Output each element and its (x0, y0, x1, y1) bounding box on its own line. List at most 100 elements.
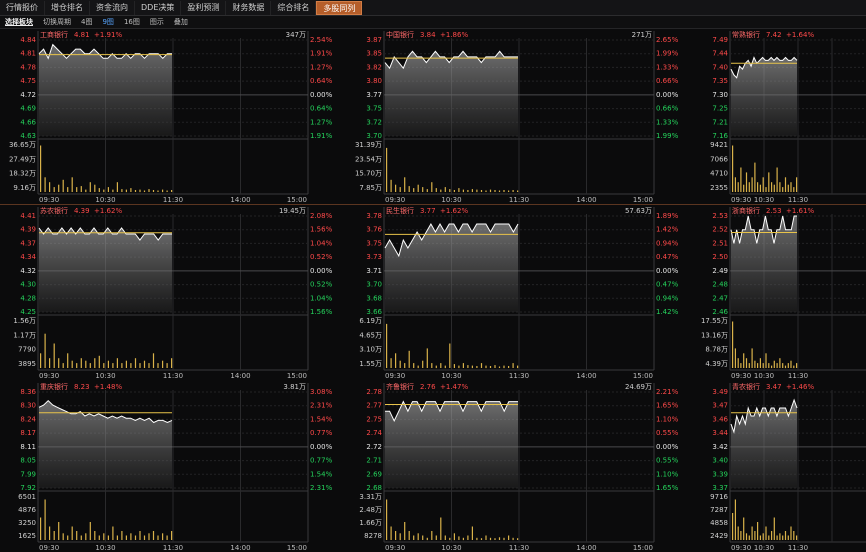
price-tick: 8.36 (20, 388, 36, 396)
stock-change: +1.47% (440, 383, 468, 391)
time-label: 14:00 (576, 372, 596, 380)
volume-bar (171, 531, 173, 540)
toolbar-item-4[interactable]: 16图 (119, 16, 145, 28)
volume-bar (157, 190, 159, 192)
multi-stock-toolbar: 选择板块 切换周期 4图 9图 16图 图示 叠加 (0, 16, 866, 29)
volume-bar (171, 190, 173, 192)
volume-bar (745, 533, 748, 541)
volume-tick: 6501 (18, 493, 36, 501)
price-tick: 3.82 (366, 63, 382, 71)
volume-bar (67, 535, 69, 540)
volume-bar (748, 535, 750, 540)
volume-tick: 9716 (710, 493, 728, 501)
stock-name: 浙商银行 (732, 206, 760, 215)
toolbar-item-6[interactable]: 叠加 (169, 16, 193, 28)
price-tick: 2.74 (366, 429, 382, 437)
price-tick: 3.66 (366, 308, 382, 316)
volume-bar (62, 179, 64, 193)
tab-4[interactable]: 盈利预测 (181, 0, 227, 15)
volume-bar (476, 189, 478, 193)
volume-bar (773, 517, 775, 540)
stock-panel[interactable]: 工商银行 4.81 +1.91% 347万 4.84 4.81 4.78 4.75 4.72 4.… (0, 29, 346, 204)
volume-bar (125, 535, 127, 540)
time-label: 11:30 (509, 544, 529, 552)
pct-tick: 0.66% (656, 105, 679, 113)
stock-panel[interactable]: 中国银行 3.84 +1.86% 271万 3.87 3.85 3.82 3.80 3.77 3.… (346, 29, 692, 204)
volume-bar (503, 190, 505, 192)
pct-tick: 1.91% (310, 132, 333, 140)
time-label: 11:30 (163, 196, 183, 204)
volume-bar (435, 535, 437, 540)
volume-bar (757, 182, 759, 192)
toolbar-item-3[interactable]: 9图 (97, 16, 118, 28)
volume-bar (435, 188, 437, 192)
tab-2[interactable]: 资金流向 (90, 0, 135, 15)
stock-panel[interactable]: 齐鲁银行 2.76 +1.47% 24.69万 2.78 2.77 2.75 2.74 2.72… (346, 381, 692, 552)
volume-bar (476, 537, 478, 541)
stock-name: 工商银行 (40, 30, 68, 39)
stock-panel[interactable]: 苏农银行 4.39 +1.62% 19.45万 4.41 4.39 4.37 4.34 4.32… (0, 205, 346, 380)
total-volume: 24.69万 (625, 383, 652, 391)
volume-bar (71, 526, 73, 540)
volume-bar (130, 533, 132, 541)
pct-tick: 1.33% (656, 63, 679, 71)
price-tick: 4.34 (20, 253, 36, 261)
volume-tick: 7790 (18, 346, 36, 354)
stock-panel[interactable]: 民生银行 3.77 +1.62% 57.63万 3.78 3.76 3.75 3.73 3.71… (346, 205, 692, 380)
volume-bar (444, 535, 446, 540)
stock-price: 4.81 (74, 31, 90, 39)
volume-bar (449, 537, 451, 541)
volume-bar (765, 353, 767, 368)
price-tick: 4.66 (20, 118, 36, 126)
volume-bar (53, 531, 55, 540)
volume-bar (395, 531, 397, 540)
stock-panel[interactable]: 常熟银行 7.42 +1.64% 7.49 7.44 7.40 7.35 7.30 7.25 7.… (692, 29, 866, 204)
volume-bar (404, 363, 406, 368)
volume-bar (94, 358, 96, 368)
stock-panel[interactable]: 重庆银行 8.23 +1.48% 3.81万 8.36 8.30 8.24 8.17 8.11 8… (0, 381, 346, 552)
volume-bar (779, 358, 781, 368)
volume-bar (44, 177, 46, 192)
volume-bar (162, 533, 164, 541)
price-tick: 2.72 (366, 443, 382, 451)
pct-tick: 0.94% (656, 239, 679, 247)
volume-bar (759, 535, 761, 540)
price-tick: 7.40 (712, 63, 728, 71)
volume-bar (740, 363, 742, 368)
volume-bar (759, 184, 761, 192)
time-label: 09:30 (39, 372, 59, 380)
tab-1[interactable]: 增仓排名 (45, 0, 90, 15)
tab-6[interactable]: 综合排名 (271, 0, 317, 15)
tab-7[interactable]: 多股同列 (316, 0, 363, 15)
total-volume: 3.81万 (283, 383, 306, 391)
stock-chart: 苏农银行 4.39 +1.62% 19.45万 4.41 4.39 4.37 4.34 4.32… (0, 205, 346, 380)
volume-bar (143, 360, 146, 368)
volume-bar (751, 526, 753, 540)
stock-name: 青农银行 (732, 382, 760, 391)
volume-tick: 31.39万 (355, 141, 382, 149)
pct-tick: 1.04% (310, 239, 333, 247)
stock-chart: 齐鲁银行 2.76 +1.47% 24.69万 2.78 2.77 2.75 2.74 2.72… (346, 381, 692, 552)
stock-panel[interactable]: 青农银行 3.47 +1.46% 3.49 3.47 3.46 3.44 3.42 3.40 3.… (692, 381, 866, 552)
volume-bar (157, 363, 159, 368)
pct-tick: 0.64% (310, 105, 333, 113)
volume-bar (453, 190, 455, 192)
pct-tick: 0.00% (310, 267, 333, 275)
volume-bar (431, 363, 433, 368)
volume-bar (734, 348, 736, 368)
pct-tick: 1.65% (656, 402, 679, 410)
toolbar-item-5[interactable]: 图示 (145, 16, 169, 28)
toolbar-item-0[interactable]: 选择板块 (0, 16, 38, 28)
price-tick: 3.80 (366, 77, 382, 85)
stock-name: 中国银行 (386, 30, 414, 39)
toolbar-item-2[interactable]: 4图 (76, 16, 97, 28)
stock-panel[interactable]: 浙商银行 2.53 +1.61% 2.53 2.52 2.51 2.50 2.49 2.48 2.… (692, 205, 866, 380)
volume-bar (395, 184, 397, 192)
tab-5[interactable]: 财务数据 (226, 0, 272, 15)
volume-bar (762, 363, 764, 368)
volume-bar (440, 363, 442, 368)
tab-0[interactable]: 行情报价 (0, 0, 45, 15)
time-label: 15:00 (633, 372, 653, 380)
tab-3[interactable]: DDE决策 (135, 0, 182, 15)
toolbar-item-1[interactable]: 切换周期 (38, 16, 76, 28)
